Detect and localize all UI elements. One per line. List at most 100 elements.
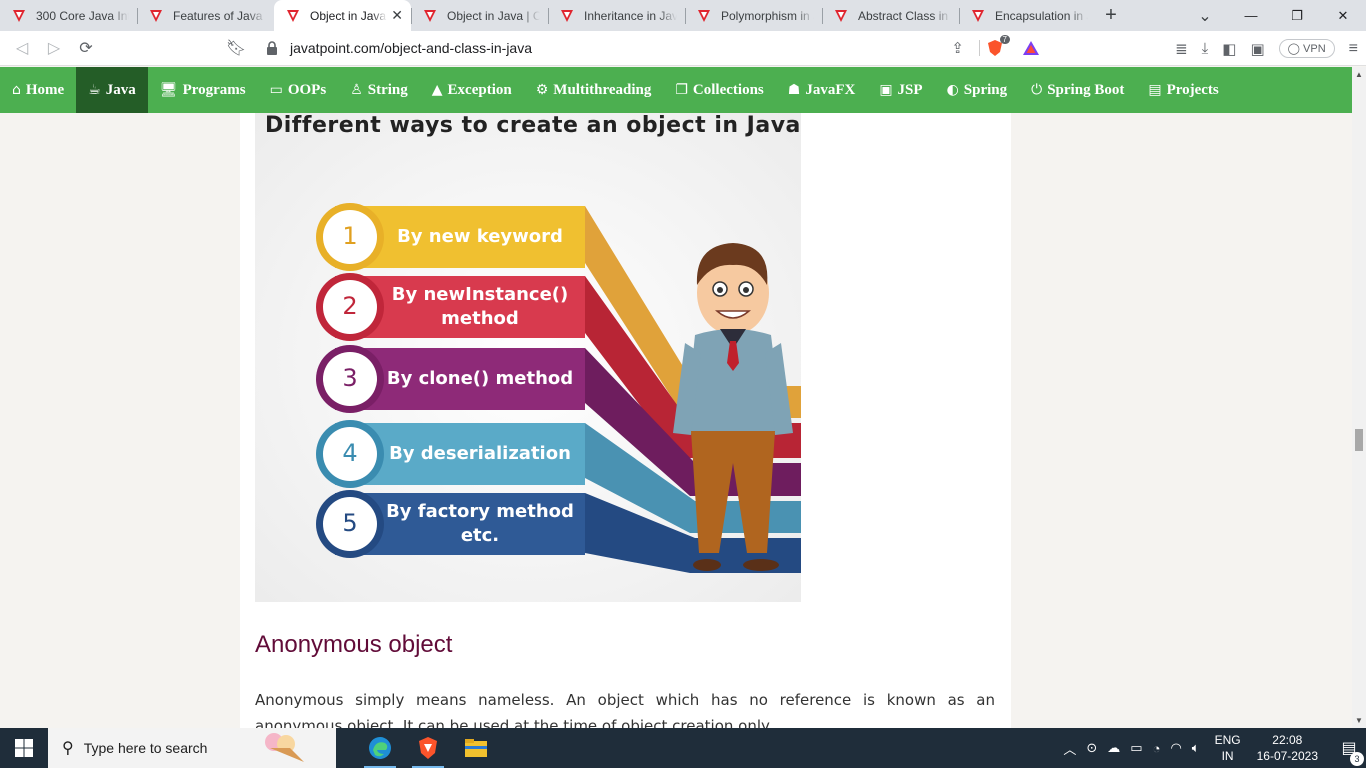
nav-item-string[interactable]: ♙ String [338,67,420,113]
javatpoint-favicon-icon [287,9,299,22]
step-number: 2 [342,292,358,320]
nav-item-jsp[interactable]: ▣ JSP [867,67,934,113]
clock[interactable]: 22:08 16-07-2023 [1257,732,1318,764]
back-button[interactable]: ◁ [6,33,38,63]
restore-button[interactable]: ❐ [1274,0,1320,31]
browser-tab[interactable]: Object in Java | Cla [411,0,548,31]
javatpoint-favicon-icon [424,9,436,22]
step-label: By new keyword [385,225,575,249]
browser-tab[interactable]: Abstract Class in Ja [822,0,959,31]
nav-item-collections[interactable]: ❐ Collections [663,67,775,113]
object-creation-figure: Different ways to create an object in Ja… [255,113,801,602]
clock-date: 16-07-2023 [1256,749,1318,763]
spring-icon: ◐ [946,82,959,98]
file-explorer-app[interactable] [452,728,500,768]
wallet-icon[interactable]: ▣ [1250,40,1264,58]
bookmark-icon[interactable]: 🔖︎ [220,33,252,63]
playlist-icon[interactable]: ≣ [1175,40,1188,58]
brave-rewards-icon[interactable] [1022,40,1040,56]
step-label-line1: By deserialization [389,443,571,464]
nav-item-projects[interactable]: ▤ Projects [1136,67,1230,113]
brave-shields-icon[interactable]: 7 [986,35,1010,57]
download-icon[interactable]: ⤓ [1202,40,1209,57]
windows-taskbar: ⚲ Type here to search ︿ ⊙ ☁ ▭ ◔ ◠ 🔈︎ ENG… [0,728,1366,768]
tab-title: Object in Java [310,8,387,23]
taskbar-search[interactable]: ⚲ Type here to search [48,728,336,768]
page-scrollbar[interactable]: ▲ ▼ [1352,67,1366,728]
nav-item-spring-boot[interactable]: ⏻ Spring Boot [1019,67,1136,113]
tab-close-icon[interactable]: ✕ [391,7,403,24]
java-cup-icon: ☕ [88,82,101,98]
browser-tab[interactable]: Encapsulation in Ja [959,0,1096,31]
show-hidden-icons-icon[interactable]: ︿ [1063,739,1076,758]
language-indicator[interactable]: ENG IN [1215,732,1241,764]
step-label-line2: method [441,308,519,329]
browser-toolbar: ◁ ▷ ⟳ 🔖︎ javatpoint.com/object-and-class… [0,31,1366,66]
figure-title: Different ways to create an object in Ja… [265,113,801,138]
tab-title: 300 Core Java Inter [36,8,129,23]
vpn-button[interactable]: ◯ VPN [1278,39,1335,58]
power-icon: ⏻ [1031,82,1043,98]
nav-item-label: JSP [897,81,923,98]
browser-tab[interactable]: Features of Java - J [137,0,274,31]
share-icon[interactable]: ⇪ [951,39,964,57]
nav-item-label: String [367,81,408,98]
step-label-line1: By newInstance() [391,284,569,305]
minimize-button[interactable]: — [1228,0,1274,31]
javatpoint-favicon-icon [835,9,847,22]
nav-item-oops[interactable]: ▭ OOPs [258,67,339,113]
article-content: Different ways to create an object in Ja… [240,113,1011,728]
meet-now-icon[interactable]: ⊙ [1086,740,1097,756]
nav-item-label: Multithreading [553,81,652,98]
tab-title: Polymorphism in Ja [721,8,814,23]
nav-item-javafx[interactable]: ☗ JavaFX [776,67,868,113]
forward-button[interactable]: ▷ [38,33,70,63]
battery-icon[interactable]: ▭ [1130,740,1142,756]
nav-item-home[interactable]: ⌂ Home [0,67,76,113]
network-icon[interactable]: ◔ [1153,741,1161,756]
step-label-line1: By factory method [386,501,574,522]
new-tab-button[interactable]: + [1096,0,1126,31]
wifi-icon[interactable]: ◠ [1170,740,1181,756]
browser-tab[interactable]: 300 Core Java Inter [0,0,137,31]
search-icon: ⚲ [62,740,74,757]
step-label-line1: By clone() method [386,368,574,389]
address-bar[interactable]: javatpoint.com/object-and-class-in-java … [258,34,1048,62]
javatpoint-favicon-icon [972,9,984,22]
step-label: By factory method etc. [385,500,575,548]
nav-item-exception[interactable]: ▲ Exception [420,67,524,113]
nav-item-multithreading[interactable]: ⚙ Multithreading [524,67,664,113]
scroll-down-icon[interactable]: ▼ [1355,716,1363,725]
volume-icon[interactable]: 🔈︎ [1192,740,1200,756]
notification-badge: 3 [1350,752,1364,766]
tab-title: Features of Java - J [173,8,266,23]
monitor-icon: 🖥 [159,82,178,98]
browser-tab[interactable]: Polymorphism in Ja [685,0,822,31]
ice-cream-icon [265,733,304,762]
close-window-button[interactable]: ✕ [1320,0,1366,31]
nav-item-spring[interactable]: ◐ Spring [935,67,1020,113]
scroll-up-icon[interactable]: ▲ [1355,70,1363,79]
nav-item-programs[interactable]: 🖥 Programs [148,67,258,113]
tab-search-chevron-icon[interactable]: ⌄ [1182,0,1228,31]
browser-tab[interactable]: Inheritance in Java [548,0,685,31]
nav-item-label: Collections [692,81,764,98]
jsp-icon: ▣ [879,82,893,98]
browser-tab[interactable]: Object in Java ✕ [274,0,411,31]
nav-item-java[interactable]: ☕ Java [76,67,148,113]
reload-button[interactable]: ⟳ [70,33,102,63]
nav-item-label: Exception [447,81,512,98]
projects-icon: ▤ [1148,82,1162,98]
scrollbar-thumb[interactable] [1355,429,1363,451]
tab-title: Object in Java | Cla [447,8,540,23]
edge-app[interactable] [356,728,404,768]
nav-item-label: OOPs [287,81,327,98]
brave-app[interactable] [404,728,452,768]
sidebar-icon[interactable]: ◧ [1222,40,1236,58]
shields-count: 7 [999,35,1010,44]
start-button[interactable] [0,728,48,768]
section-heading: Anonymous object [255,631,453,658]
notification-center-button[interactable]: ▤ 3 [1332,738,1366,766]
onedrive-icon[interactable]: ☁ [1107,740,1120,756]
menu-icon[interactable]: ≡ [1349,40,1358,58]
